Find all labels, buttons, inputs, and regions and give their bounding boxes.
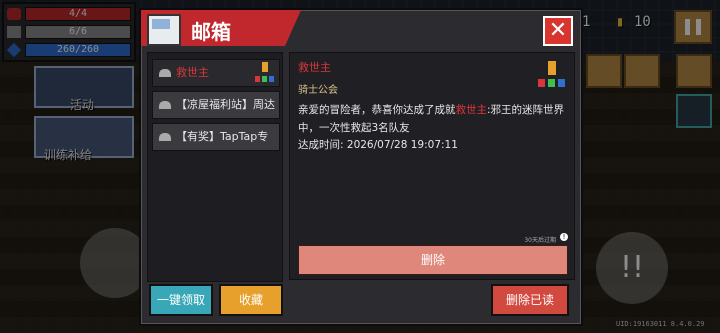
mail-item-label: 救世主 — [176, 66, 209, 79]
mail-item-label: 【凉屋福利站】周达 — [176, 98, 275, 111]
delete-button[interactable]: 删除 — [298, 245, 568, 275]
mail-org: 骑士公会 — [298, 85, 338, 96]
mail-list: 救世主 【凉屋福利站】周达 【有奖】TapTap专 — [147, 52, 283, 282]
expire-text: 30天后过期 — [524, 237, 556, 244]
knight-guild-badge-icon — [255, 62, 275, 84]
mail-sender: 救世主 — [298, 61, 331, 74]
claim-all-button[interactable]: 一键领取 — [149, 284, 213, 316]
close-icon: ✕ — [548, 18, 568, 43]
favorite-button[interactable]: 收藏 — [219, 284, 283, 316]
mailbox-dialog: 邮箱 ✕ 救世主 【凉屋福利站】周达 【有奖】TapTap专 救世主 骑士公会 — [139, 8, 583, 326]
mail-detail: 救世主 骑士公会 亲爱的冒险者，恭喜你达成了成就救世主:邪王的迷阵世界中，一次性… — [289, 52, 575, 280]
mail-item-welfare[interactable]: 【凉屋福利站】周达 — [152, 91, 280, 119]
mail-item-savior[interactable]: 救世主 — [152, 59, 280, 87]
mail-icon — [147, 14, 181, 46]
mailbox-title: 邮箱 — [191, 20, 231, 44]
close-button[interactable]: ✕ — [543, 16, 573, 46]
envelope-icon — [159, 101, 171, 109]
info-icon[interactable]: ! — [560, 233, 568, 241]
knight-guild-badge-icon — [538, 61, 566, 91]
mail-body: 亲爱的冒险者，恭喜你达成了成就救世主:邪王的迷阵世界中，一次性救起3名队友 — [298, 101, 566, 137]
mail-body-highlight: 救世主 — [455, 104, 488, 116]
time-value: 2026/07/28 19:07:11 — [346, 139, 458, 151]
envelope-icon — [159, 69, 171, 77]
time-label: 达成时间: — [298, 139, 344, 151]
envelope-icon — [159, 133, 171, 141]
mail-body-pre: 亲爱的冒险者，恭喜你达成了成就 — [298, 104, 456, 116]
mailbox-header: 邮箱 — [141, 10, 301, 48]
achievement-time: 达成时间: 2026/07/28 19:07:11 — [298, 137, 458, 152]
mail-item-taptap[interactable]: 【有奖】TapTap专 — [152, 123, 280, 151]
delete-read-button[interactable]: 删除已读 — [491, 284, 569, 316]
mail-item-label: 【有奖】TapTap专 — [176, 130, 269, 143]
